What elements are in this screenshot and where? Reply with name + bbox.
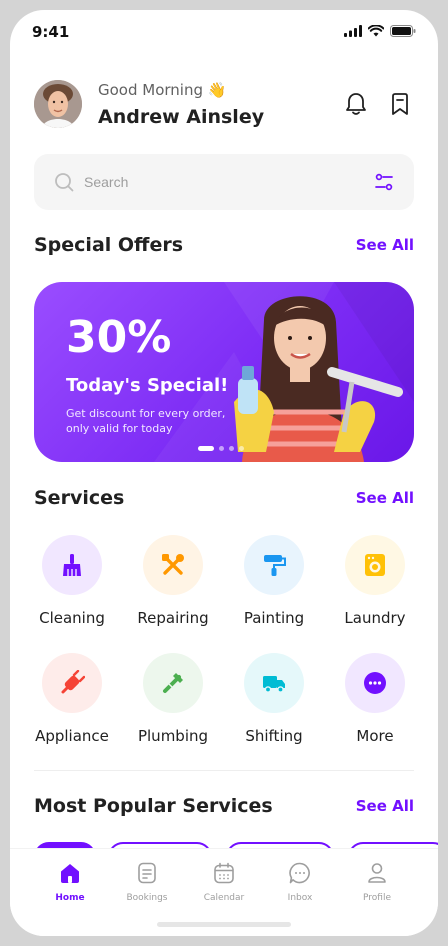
search-bar: [34, 154, 414, 210]
cleaning-woman-image: [234, 296, 403, 462]
popular-services-title: Most Popular Services: [34, 795, 273, 817]
special-offer-banner[interactable]: 30% Today's Special! Get discount for ev…: [34, 282, 414, 462]
service-label: More: [356, 727, 394, 745]
signal-icon: [344, 25, 362, 37]
roller-icon: [264, 555, 286, 576]
service-icon-circle: [42, 653, 102, 713]
tab-calendar[interactable]: Calendar: [186, 861, 262, 903]
plug-icon: [61, 670, 85, 694]
discount-value: 30%: [66, 312, 172, 363]
tab-bookings[interactable]: Bookings: [109, 861, 185, 903]
service-label: Cleaning: [39, 609, 105, 627]
service-label: Laundry: [344, 609, 406, 627]
status-bar: 9:41: [10, 10, 438, 54]
tab-label: Profile: [363, 893, 391, 903]
service-laundry[interactable]: Laundry: [330, 535, 420, 627]
bookmark-icon: [392, 93, 408, 115]
carousel-dot[interactable]: [219, 446, 224, 451]
search-input[interactable]: [84, 154, 354, 210]
calendar-icon: [214, 862, 234, 884]
carousel-dot[interactable]: [229, 446, 234, 451]
service-icon-circle: [143, 653, 203, 713]
special-offers-see-all[interactable]: See All: [356, 236, 414, 254]
greeting-text: Good Morning 👋: [98, 81, 227, 99]
tab-label: Bookings: [126, 893, 168, 903]
tab-label: Inbox: [287, 893, 313, 903]
chat-icon: [289, 862, 310, 884]
filter-icon[interactable]: [374, 172, 394, 192]
tab-label: Home: [55, 893, 85, 903]
broom-icon: [63, 554, 81, 576]
service-icon-circle: [42, 535, 102, 595]
service-icon-circle: [345, 535, 405, 595]
special-offers-title: Special Offers: [34, 234, 184, 256]
document-icon: [138, 862, 156, 884]
phone-screen: 9:41 Good Morning 👋 Andrew Ainsley Searc…: [10, 10, 438, 936]
tab-profile[interactable]: Profile: [339, 861, 415, 903]
popular-services-see-all[interactable]: See All: [356, 797, 414, 815]
home-indicator: [157, 922, 291, 927]
service-icon-circle: [345, 653, 405, 713]
carousel-dot[interactable]: [198, 446, 214, 451]
notification-button[interactable]: [342, 90, 370, 118]
carousel-indicator: [198, 446, 244, 451]
search-icon: [55, 173, 74, 192]
avatar[interactable]: [34, 80, 82, 128]
service-shifting[interactable]: Shifting: [229, 653, 319, 745]
status-time: 9:41: [32, 23, 70, 41]
home-icon: [61, 864, 79, 883]
bookmark-button[interactable]: [386, 90, 414, 118]
tab-inbox[interactable]: Inbox: [262, 861, 338, 903]
wifi-icon: [368, 25, 384, 37]
offer-headline: Today's Special!: [66, 375, 229, 396]
offer-description: Get discount for every order, only valid…: [66, 407, 226, 435]
profile-icon: [368, 863, 386, 883]
services-title: Services: [34, 487, 125, 509]
washer-icon: [365, 554, 385, 576]
service-painting[interactable]: Painting: [229, 535, 319, 627]
battery-icon: [390, 25, 416, 37]
user-name: Andrew Ainsley: [98, 106, 265, 128]
greeting-header: Good Morning 👋 Andrew Ainsley: [34, 78, 414, 132]
service-appliance[interactable]: Appliance: [27, 653, 117, 745]
service-label: Painting: [243, 609, 305, 627]
service-repairing[interactable]: Repairing: [128, 535, 218, 627]
service-label: Appliance: [35, 727, 109, 745]
tab-label: Calendar: [203, 893, 245, 903]
tools-icon: [162, 554, 184, 575]
service-icon-circle: [244, 535, 304, 595]
more-icon: [364, 672, 386, 694]
truck-icon: [263, 676, 285, 693]
service-label: Shifting: [245, 727, 303, 745]
services-see-all[interactable]: See All: [356, 489, 414, 507]
bell-icon: [346, 93, 366, 115]
service-more[interactable]: More: [330, 653, 420, 745]
wrench-icon: [163, 673, 183, 693]
status-icons: [344, 25, 416, 37]
tab-home[interactable]: Home: [32, 861, 108, 903]
service-label: Repairing: [137, 609, 209, 627]
carousel-dot[interactable]: [239, 446, 244, 451]
section-divider: [34, 770, 414, 771]
service-icon-circle: [244, 653, 304, 713]
service-plumbing[interactable]: Plumbing: [128, 653, 218, 745]
service-label: Plumbing: [137, 727, 209, 745]
service-cleaning[interactable]: Cleaning: [27, 535, 117, 627]
service-icon-circle: [143, 535, 203, 595]
